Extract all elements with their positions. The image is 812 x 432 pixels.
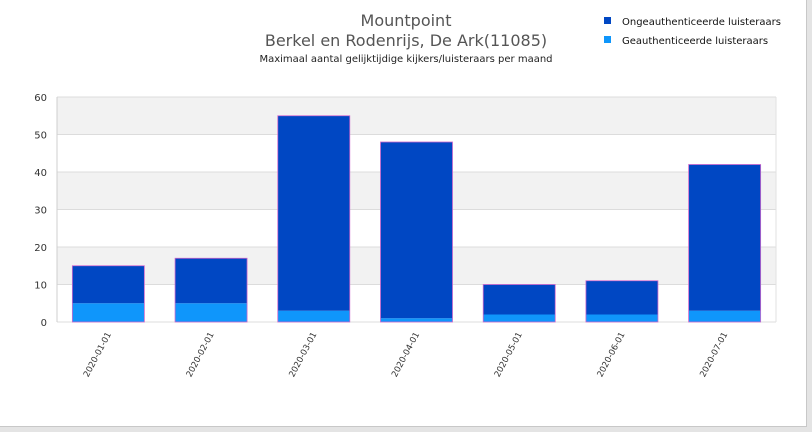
legend-swatch-unauthenticated [604,17,611,24]
x-tick-label: 2020-07-01 [698,331,730,379]
bar-chart: 0 10 20 30 40 50 60 2020-01-01 2020-02-01 2020-0… [34,11,781,379]
y-tick-label: 0 [41,318,47,329]
x-tick-label: 2020-03-01 [287,331,319,379]
bar-unauthenticated [688,164,761,311]
chart-panel: 0 10 20 30 40 50 60 2020-01-01 2020-02-01 2020-0… [0,0,807,427]
bar-authenticated [483,314,556,322]
y-tick-label: 50 [34,131,47,142]
legend-swatch-authenticated [604,36,611,43]
bar-unauthenticated [72,265,145,304]
y-tick-label: 30 [34,206,47,217]
x-tick-label: 2020-05-01 [493,331,525,379]
y-tick-label: 20 [34,243,47,254]
y-tick-label: 10 [34,281,47,292]
legend-label-unauthenticated: Ongeauthenticeerde luisteraars [622,17,781,28]
bar-authenticated [688,310,761,322]
bar-authenticated [585,314,658,322]
y-tick-label: 40 [34,168,47,179]
bar-unauthenticated [483,284,556,315]
chart-description: Maximaal aantal gelijktijdige kijkers/lu… [259,54,552,65]
y-tick-label: 60 [34,93,47,104]
plot-band [57,97,776,135]
x-tick-label: 2020-04-01 [390,331,422,379]
legend-label-authenticated: Geauthenticeerde luisteraars [622,36,768,47]
legend: Ongeauthenticeerde luisteraars Geauthent… [604,17,781,47]
bar-unauthenticated [380,142,453,319]
bar-authenticated [72,303,145,322]
bar-unauthenticated [585,280,658,315]
x-tick-label: 2020-06-01 [596,331,628,379]
x-tick-label: 2020-01-01 [82,331,114,379]
bar-unauthenticated [175,258,248,304]
x-tick-label: 2020-02-01 [185,331,217,379]
bar-unauthenticated [277,115,350,311]
bar-authenticated [380,318,453,322]
bar-authenticated [175,303,248,322]
chart-title: Mountpoint [361,11,452,30]
bar-authenticated [277,310,350,322]
chart-subtitle: Berkel en Rodenrijs, De Ark(11085) [265,31,547,50]
